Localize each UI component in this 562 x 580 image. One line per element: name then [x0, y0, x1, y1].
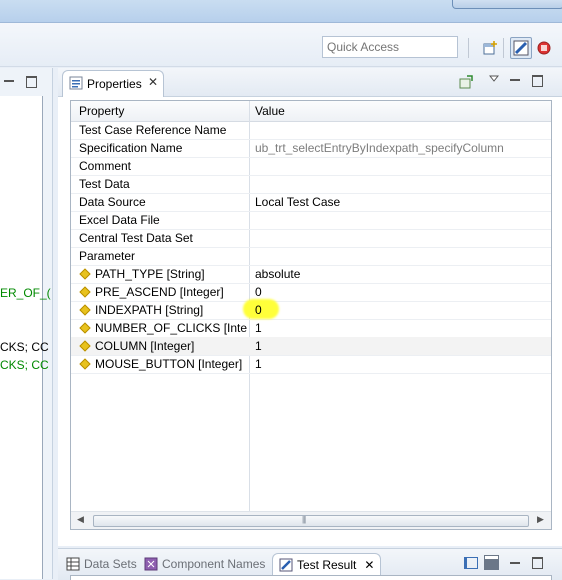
table-row[interactable]: Test Data: [71, 175, 551, 194]
test-result-content: [70, 575, 552, 580]
parameter-diamond-icon: [79, 322, 91, 334]
maximize-icon[interactable]: [532, 557, 543, 569]
property-name: MOUSE_BUTTON [Integer]: [95, 357, 243, 371]
property-name: Specification Name: [79, 141, 183, 155]
property-name: PATH_TYPE [String]: [95, 267, 205, 281]
property-value[interactable]: 0: [255, 303, 545, 317]
table-row[interactable]: MOUSE_BUTTON [Integer] 1: [71, 355, 551, 374]
property-name: NUMBER_OF_CLICKS [Inte...: [95, 321, 247, 335]
quick-access-input[interactable]: [322, 36, 458, 58]
table-row[interactable]: Comment: [71, 157, 551, 176]
table-row[interactable]: Central Test Data Set: [71, 229, 551, 248]
parameter-diamond-icon: [79, 304, 91, 316]
parameter-diamond-icon: [79, 358, 91, 370]
table-row[interactable]: Data Source Local Test Case: [71, 193, 551, 212]
table-header: Property Value: [71, 101, 551, 122]
tab-data-sets[interactable]: Data Sets: [66, 553, 137, 575]
parameter-diamond-icon: [79, 286, 91, 298]
tab-data-sets-label: Data Sets: [84, 557, 137, 571]
component-names-icon: [144, 557, 158, 571]
property-name: Comment: [79, 159, 132, 173]
property-name: Excel Data File: [79, 213, 160, 227]
property-name: Data Source: [79, 195, 146, 209]
table-row[interactable]: Excel Data File: [71, 211, 551, 230]
property-name: Test Case Reference Name: [79, 123, 227, 137]
property-name: INDEXPATH [String]: [95, 303, 204, 317]
layout-icon[interactable]: [464, 557, 478, 569]
window-control-button[interactable]: [452, 0, 562, 9]
property-name: Central Test Data Set: [79, 231, 193, 245]
maximize-icon[interactable]: [532, 75, 543, 87]
property-value[interactable]: 1: [255, 357, 545, 371]
tab-properties[interactable]: Properties ✕: [62, 70, 164, 97]
data-sets-icon: [66, 557, 80, 571]
tab-test-result-label: Test Result: [297, 558, 357, 572]
test-perspective-icon[interactable]: [510, 37, 532, 59]
property-name: PRE_ASCEND [Integer]: [95, 285, 224, 299]
table-row[interactable]: Parameter: [71, 247, 551, 266]
open-perspective-icon[interactable]: [480, 38, 500, 58]
left-editor-content[interactable]: ER_OF_( CKS; CC CKS; CC: [0, 96, 51, 579]
table-row[interactable]: PATH_TYPE [String] absolute: [71, 265, 551, 284]
left-view-toolbar: [0, 70, 50, 92]
quick-access-box: [322, 36, 460, 58]
close-icon[interactable]: ✕: [364, 558, 374, 572]
tab-component-names-label: Component Names: [162, 557, 266, 571]
property-value[interactable]: 1: [255, 321, 545, 335]
maximize-icon[interactable]: [26, 76, 37, 88]
property-name: Parameter: [79, 249, 136, 263]
horizontal-scrollbar[interactable]: ◀ ||| ▶: [71, 511, 551, 529]
grip-icon: |||: [302, 515, 306, 524]
property-name: COLUMN [Integer]: [95, 339, 195, 353]
properties-table: Property Value Test Case Reference Name S…: [70, 100, 552, 530]
table-row[interactable]: NUMBER_OF_CLICKS [Inte... 1: [71, 319, 551, 338]
test-result-icon: [279, 558, 293, 572]
tab-test-result[interactable]: Test Result ✕: [272, 553, 382, 576]
dock-icon[interactable]: [484, 555, 499, 570]
editor-line: CKS; CC: [0, 358, 49, 372]
scrollbar-thumb[interactable]: |||: [93, 515, 529, 527]
pin-view-icon[interactable]: [458, 74, 474, 93]
editor-line: CKS; CC: [0, 340, 49, 354]
tab-properties-label: Properties: [87, 77, 142, 91]
property-name: Test Data: [79, 177, 130, 191]
table-row[interactable]: INDEXPATH [String] 0: [71, 299, 551, 320]
main-toolbar: [0, 23, 562, 67]
table-row[interactable]: COLUMN [Integer] 1: [71, 337, 551, 356]
toolbar-separator: [503, 38, 504, 58]
property-value[interactable]: absolute: [255, 267, 545, 281]
minimize-icon[interactable]: [510, 562, 520, 564]
scroll-right-icon[interactable]: ▶: [537, 514, 544, 525]
minimize-icon[interactable]: [510, 79, 520, 81]
debug-perspective-icon[interactable]: [534, 38, 554, 58]
properties-icon: [69, 76, 83, 90]
table-row[interactable]: Test Case Reference Name: [71, 121, 551, 140]
parameter-diamond-icon: [79, 268, 91, 280]
tab-component-names[interactable]: Component Names: [144, 553, 265, 575]
view-menu-icon[interactable]: [488, 72, 500, 86]
editor-line: ER_OF_(: [0, 286, 51, 300]
table-row[interactable]: PRE_ASCEND [Integer] 0: [71, 283, 551, 302]
parameter-diamond-icon: [79, 340, 91, 352]
table-row[interactable]: Specification Name ub_trt_selectEntryByIn…: [71, 139, 551, 158]
column-header-property[interactable]: Property: [79, 104, 124, 118]
property-value[interactable]: 1: [255, 339, 545, 353]
property-value[interactable]: Local Test Case: [255, 195, 545, 209]
property-value[interactable]: ub_trt_selectEntryByIndexpath_specifyCol…: [255, 141, 545, 155]
minimize-icon[interactable]: [4, 80, 14, 82]
toolbar-separator: [468, 38, 469, 58]
property-value[interactable]: 0: [255, 285, 545, 299]
column-header-value[interactable]: Value: [255, 104, 285, 118]
scroll-left-icon[interactable]: ◀: [77, 514, 84, 525]
close-icon[interactable]: ✕: [148, 75, 158, 89]
